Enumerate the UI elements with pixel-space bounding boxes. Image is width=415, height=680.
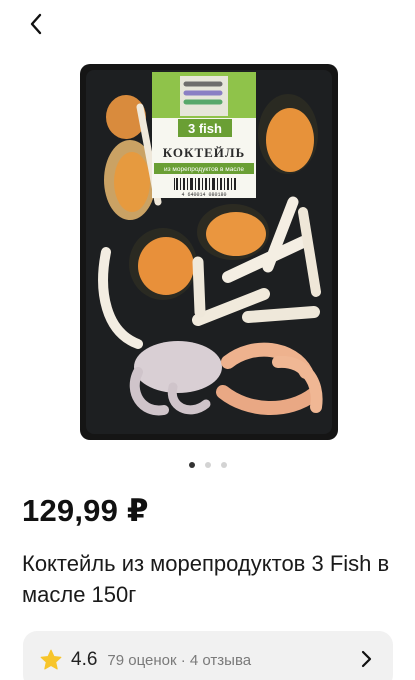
product-image-gallery[interactable]: 3 fish КОКТЕЙЛЬ из морепродуктов в масле… (0, 50, 415, 460)
chevron-left-icon (30, 13, 42, 35)
pagination-dot[interactable] (220, 462, 227, 468)
product-title: Коктейль из морепродуктов 3 Fish в масле… (22, 551, 390, 607)
back-button[interactable] (20, 8, 52, 40)
product-image: 3 fish КОКТЕЙЛЬ из морепродуктов в масле… (80, 64, 338, 440)
rating-reviews-button[interactable]: 4.6 79 оценок · 4 отзыва (23, 631, 393, 680)
chevron-right-icon (361, 650, 372, 668)
gallery-pagination (0, 462, 415, 472)
product-price: 129,99 ₽ (22, 493, 149, 528)
package-brand: 3 fish (188, 121, 222, 136)
pagination-dot-active[interactable] (188, 462, 195, 468)
package-barcode: 4 640014 080180 (181, 192, 226, 198)
rating-count: 79 оценок · 4 отзыва (107, 651, 252, 669)
rating-value: 4.6 (71, 649, 98, 670)
star-icon (40, 649, 62, 670)
package-subtitle: из морепродуктов в масле (164, 166, 244, 173)
pagination-dot[interactable] (204, 462, 211, 468)
package-title: КОКТЕЙЛЬ (163, 145, 245, 160)
